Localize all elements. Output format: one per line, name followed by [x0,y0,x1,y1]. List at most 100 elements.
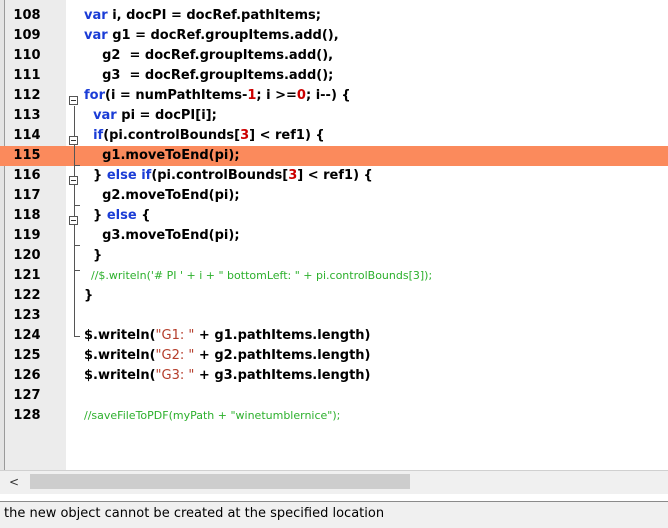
code-text: g3 = docRef.groupItems.add(); [84,66,333,86]
fold-toggle-icon[interactable] [69,216,78,225]
code-editor[interactable]: 108 var i, docPI = docRef.pathItems; 109 va… [0,0,668,470]
code-token: (); [316,68,334,83]
line-number: 118 [13,208,41,223]
line-number: 109 [13,28,41,43]
highlighted-code-line[interactable]: 115 g1.moveToEnd(pi); [0,146,668,166]
code-token: if [93,128,104,143]
line-number: 121 [13,268,41,283]
line-number: 112 [13,88,41,103]
code-token: } [84,288,94,303]
code-token: } [84,208,107,223]
scroll-left-icon[interactable]: < [4,473,24,491]
code-token: pi = docPI[i]; [116,108,217,123]
line-number: 115 [13,148,41,163]
line-number: 119 [13,228,41,243]
status-bar: the new object cannot be created at the … [0,501,668,528]
code-line[interactable]: 108 var i, docPI = docRef.pathItems; [0,6,668,26]
code-line[interactable]: 127 [0,386,668,406]
code-text: $.writeln("G3: " + g3.pathItems.length) [84,366,371,386]
code-token: { [136,208,151,223]
fold-end-tick [74,165,80,166]
code-token: (), [321,28,339,43]
line-number: 116 [13,168,41,183]
code-token: (i = numPathItems- [105,88,248,103]
code-line[interactable]: 122} [0,286,668,306]
code-text: g2.moveToEnd(pi); [84,186,240,206]
line-number: 114 [13,128,41,143]
fold-end-tick [74,205,80,206]
code-text: g1.moveToEnd(pi); [84,146,240,166]
line-number: 126 [13,368,41,383]
code-text: var g1 = docRef.groupItems.add(), [84,26,339,46]
line-number: 108 [13,8,41,23]
code-token: g2.moveToEnd(pi); [84,188,240,203]
line-number: 128 [13,408,41,423]
code-line[interactable]: 128 //saveFileToPDF(myPath + "winetumbler… [0,406,668,426]
code-token: 3 [240,128,250,143]
code-line[interactable]: 124 $.writeln("G1: " + g1.pathItems.lengt… [0,326,668,346]
code-line[interactable]: 118 } else { [0,206,668,226]
scrollbar-thumb[interactable] [30,474,410,489]
code-token: var [93,108,117,123]
code-token: g3 = docRef.groupItems.add [84,68,317,83]
code-line[interactable]: 112 for(i = numPathItems-1; i >=0; i--) { [0,86,668,106]
code-text: } else if(pi.controlBounds[3] < ref1) { [84,166,373,186]
code-token: else [106,208,137,223]
code-token: $.writeln( [84,368,156,383]
fold-toggle-icon[interactable] [69,96,78,105]
line-number: 124 [13,328,41,343]
code-line[interactable]: 109 var g1 = docRef.groupItems.add(), [0,26,668,46]
fold-toggle-icon[interactable] [69,136,78,145]
code-text: if(pi.controlBounds[3] < ref1) { [84,126,325,146]
code-token: "G1: " [155,328,195,343]
line-number: 123 [13,308,41,323]
code-token: g3.moveToEnd(pi); [84,228,240,243]
line-number: 122 [13,288,41,303]
code-token: } [84,248,103,263]
code-line[interactable]: 120 } [0,246,668,266]
code-line[interactable]: 123 [0,306,668,326]
code-text: g2 = docRef.groupItems.add(), [84,46,333,66]
code-line[interactable]: 114 if(pi.controlBounds[3] < ref1) { [0,126,668,146]
code-token: var [84,28,108,43]
code-token: g1.moveToEnd(pi); [84,148,240,163]
code-token: 3 [288,168,298,183]
line-number: 111 [13,68,41,83]
code-line[interactable]: 125 $.writeln("G2: " + g2.pathItems.lengt… [0,346,668,366]
line-number: 127 [13,388,41,403]
code-text: } [84,286,93,306]
status-message: the new object cannot be created at the … [4,506,385,521]
code-token: ; i >= [256,88,297,103]
fold-toggle-icon[interactable] [69,176,78,185]
horizontal-scrollbar[interactable]: < [0,470,668,494]
code-token: (), [316,48,334,63]
line-number: 120 [13,248,41,263]
code-token: "G3: " [155,368,195,383]
fold-end-tick [74,245,80,246]
code-token: var [84,8,108,23]
code-text: g3.moveToEnd(pi); [84,226,240,246]
code-token: for [84,88,105,103]
code-token: else if [106,168,152,183]
fold-end-tick [74,270,80,271]
code-text: $.writeln("G1: " + g1.pathItems.length) [84,326,371,346]
code-token: i, docPI = docRef.pathItems; [107,8,321,23]
code-line[interactable]: 121 //$.writeln('# PI ' + i + " bottomLe… [0,266,668,286]
line-number: 113 [13,108,41,123]
code-text: var i, docPI = docRef.pathItems; [84,6,321,26]
code-line[interactable]: 116 } else if(pi.controlBounds[3] < ref1… [0,166,668,186]
code-text: //saveFileToPDF(myPath + "winetumblernic… [84,409,341,422]
code-token: + g1.pathItems.length) [194,328,371,343]
code-line[interactable]: 117 g2.moveToEnd(pi); [0,186,668,206]
code-line[interactable]: 110 g2 = docRef.groupItems.add(), [0,46,668,66]
code-line[interactable]: 126 $.writeln("G3: " + g3.pathItems.lengt… [0,366,668,386]
code-token: "G2: " [155,348,195,363]
code-line[interactable]: 119 g3.moveToEnd(pi); [0,226,668,246]
code-line[interactable]: 111 g3 = docRef.groupItems.add(); [0,66,668,86]
code-text: for(i = numPathItems-1; i >=0; i--) { [84,86,351,106]
code-token: ; i--) { [305,88,351,103]
code-token: $.writeln( [84,348,156,363]
code-line[interactable]: 113 var pi = docPI[i]; [0,106,668,126]
